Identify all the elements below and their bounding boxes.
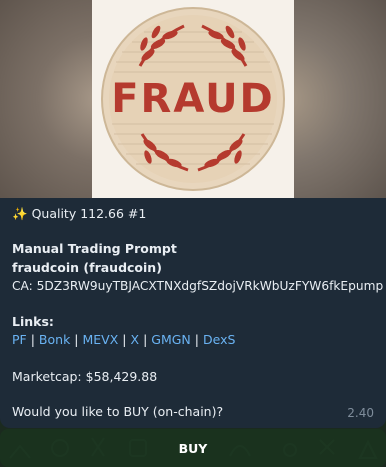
link-separator: | [122, 332, 127, 347]
link-mevx[interactable]: MEVX [83, 332, 119, 347]
fraud-logo-text: FRAUD [111, 76, 275, 122]
image-blur-left [0, 0, 92, 198]
link-dexs[interactable]: DexS [203, 332, 235, 347]
quality-line: ✨ Quality 112.66 #1 [12, 206, 146, 222]
link-x[interactable]: X [131, 332, 140, 347]
link-separator: | [143, 332, 148, 347]
sparkles-icon: ✨ [12, 206, 28, 221]
marketcap: Marketcap: $58,429.88 [12, 369, 158, 384]
link-separator: | [194, 332, 199, 347]
heading: Manual Trading Prompt [12, 241, 177, 256]
link-bonk[interactable]: Bonk [39, 332, 70, 347]
message-time: 2.40 [347, 406, 374, 420]
link-gmgn[interactable]: GMGN [151, 332, 191, 347]
link-separator: | [30, 332, 35, 347]
quality-text: Quality 112.66 #1 [31, 206, 147, 221]
image-blur-right [294, 0, 386, 198]
link-pf[interactable]: PF [12, 332, 27, 347]
buy-button[interactable]: BUY [0, 429, 386, 467]
buy-prompt: Would you like to BUY (on-chain)? [12, 404, 224, 419]
contract-address[interactable]: CA: 5DZ3RW9uyTBJACXTNXdgfSZdojVRkWbUzFYW… [12, 279, 383, 293]
message-bubble: ✨ Quality 112.66 #1 Manual Trading Promp… [0, 198, 386, 428]
links-row: PF | Bonk | MEVX | X | GMGN | DexS [12, 332, 235, 347]
fraud-logo: FRAUD [101, 7, 285, 191]
link-separator: | [74, 332, 79, 347]
links-label: Links: [12, 314, 54, 329]
message-image[interactable]: FRAUD [0, 0, 386, 198]
token-name: fraudcoin (fraudcoin) [12, 260, 162, 275]
